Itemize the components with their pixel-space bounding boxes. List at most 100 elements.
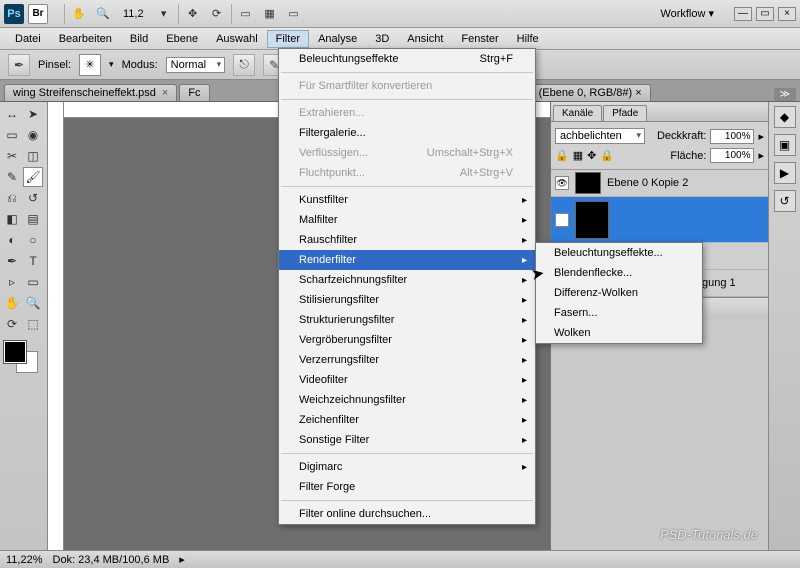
document-tab-1[interactable]: wing Streifenscheineffekt.psd×: [4, 84, 177, 101]
smi-blendenflecke[interactable]: Blendenflecke...: [536, 263, 702, 283]
rotate-icon[interactable]: ⟳: [209, 6, 225, 22]
workspace-switcher[interactable]: Workflow ▾: [650, 3, 724, 24]
visibility-icon[interactable]: 👁: [555, 176, 569, 190]
menu-bearbeiten[interactable]: Bearbeiten: [50, 30, 121, 48]
layer-thumb[interactable]: [575, 172, 601, 194]
smi-wolken[interactable]: Wolken: [536, 323, 702, 343]
mi-filtergalerie[interactable]: Filtergalerie...: [279, 123, 535, 143]
close-button[interactable]: ×: [778, 7, 796, 21]
tab-kanaele[interactable]: Kanäle: [553, 105, 602, 121]
chevron-down-icon[interactable]: ▾: [156, 6, 172, 22]
lock-pixels-icon[interactable]: ▦: [573, 149, 583, 162]
crop-tool-icon[interactable]: ✂: [2, 146, 22, 166]
menu-analyse[interactable]: Analyse: [309, 30, 366, 48]
eyedropper-tool-icon[interactable]: ✎: [2, 167, 22, 187]
mi-rauschfilter[interactable]: Rauschfilter: [279, 230, 535, 250]
mi-renderfilter[interactable]: Renderfilter: [279, 250, 535, 270]
menu-ebene[interactable]: Ebene: [157, 30, 207, 48]
stamp-tool-icon[interactable]: ⎌: [2, 188, 22, 208]
menu-ansicht[interactable]: Ansicht: [398, 30, 452, 48]
minimize-button[interactable]: —: [734, 7, 752, 21]
layer-row-selected[interactable]: 👁: [551, 197, 768, 243]
blend-mode-dropdown[interactable]: Normal: [166, 57, 225, 73]
fill-field[interactable]: 100%: [710, 148, 754, 163]
actions-panel-icon[interactable]: ▶: [774, 162, 796, 184]
chevron-icon[interactable]: ▸: [758, 130, 764, 143]
menu-hilfe[interactable]: Hilfe: [508, 30, 548, 48]
zoom-icon[interactable]: 🔍: [95, 6, 111, 22]
zoom-tool-icon[interactable]: 🔍: [23, 293, 43, 313]
smi-fasern[interactable]: Fasern...: [536, 303, 702, 323]
move-tool-icon[interactable]: ↔: [2, 104, 22, 124]
tab-scroll-button[interactable]: ≫: [774, 88, 796, 101]
mi-filterforge[interactable]: Filter Forge: [279, 477, 535, 497]
mi-online[interactable]: Filter online durchsuchen...: [279, 504, 535, 524]
mi-weichzeichnung[interactable]: Weichzeichnungsfilter: [279, 390, 535, 410]
chevron-down-icon[interactable]: ▾: [109, 59, 114, 70]
shape-tool-icon[interactable]: ▭: [23, 272, 43, 292]
chevron-icon[interactable]: ▸: [758, 149, 764, 162]
lasso-tool-icon[interactable]: ◉: [23, 125, 43, 145]
mi-stilisierung[interactable]: Stilisierungsfilter: [279, 290, 535, 310]
lock-position-icon[interactable]: ✥: [587, 149, 596, 162]
hand-tool-icon[interactable]: ✋: [2, 293, 22, 313]
fg-color-swatch[interactable]: [4, 341, 26, 363]
hand-tool-icon[interactable]: ✥: [185, 6, 201, 22]
lock-all-icon[interactable]: 🔒: [600, 149, 614, 162]
color-swatches[interactable]: [2, 341, 42, 375]
arrow-tool-icon[interactable]: ➤: [23, 104, 43, 124]
layer-thumb[interactable]: [575, 201, 609, 239]
bridge-icon[interactable]: Br: [28, 4, 48, 24]
document-tab-2[interactable]: Fc: [179, 84, 209, 101]
path-tool-icon[interactable]: ▹: [2, 272, 22, 292]
close-tab-icon[interactable]: ×: [162, 87, 168, 99]
menu-filter[interactable]: Filter: [267, 30, 309, 48]
blur-tool-icon[interactable]: ◐: [2, 230, 22, 250]
blend-mode-select[interactable]: achbelichten: [555, 128, 645, 144]
eraser-tool-icon[interactable]: ◧: [2, 209, 22, 229]
styles-panel-icon[interactable]: ▣: [774, 134, 796, 156]
screenmode2-icon[interactable]: ▭: [286, 6, 302, 22]
history-panel-icon[interactable]: ↺: [774, 190, 796, 212]
brush-tool-icon[interactable]: 🖌: [23, 167, 43, 187]
menu-3d[interactable]: 3D: [366, 30, 398, 48]
chevron-right-icon[interactable]: ▸: [179, 553, 185, 566]
status-zoom[interactable]: 11,22%: [6, 554, 43, 566]
menu-bild[interactable]: Bild: [121, 30, 157, 48]
maximize-button[interactable]: ▭: [756, 7, 774, 21]
swatches-panel-icon[interactable]: ◆: [774, 106, 796, 128]
pen-tool-icon[interactable]: ✒: [2, 251, 22, 271]
smi-beleuchtung[interactable]: Beleuchtungseffekte...: [536, 243, 702, 263]
mi-kunstfilter[interactable]: Kunstfilter: [279, 190, 535, 210]
photoshop-icon[interactable]: Ps: [4, 4, 24, 24]
mi-strukturierung[interactable]: Strukturierungsfilter: [279, 310, 535, 330]
history-brush-icon[interactable]: ↺: [23, 188, 43, 208]
marquee-tool-icon[interactable]: ▭: [2, 125, 22, 145]
grid-icon[interactable]: ▦: [262, 6, 278, 22]
layer-row[interactable]: 👁 Ebene 0 Kopie 2: [551, 170, 768, 197]
mi-video[interactable]: Videofilter: [279, 370, 535, 390]
slice-tool-icon[interactable]: ◫: [23, 146, 43, 166]
screenmode-icon[interactable]: ▭: [238, 6, 254, 22]
status-doc-size[interactable]: Dok: 23,4 MB/100,6 MB: [53, 554, 170, 566]
tab-pfade[interactable]: Pfade: [603, 105, 647, 121]
menu-auswahl[interactable]: Auswahl: [207, 30, 267, 48]
layer-name[interactable]: Ebene 0 Kopie 2: [607, 177, 688, 189]
mi-malfilter[interactable]: Malfilter: [279, 210, 535, 230]
mi-vergroeberung[interactable]: Vergröberungsfilter: [279, 330, 535, 350]
hand-icon[interactable]: ✋: [71, 6, 87, 22]
rotate-tool-icon[interactable]: ⟳: [2, 314, 22, 334]
opacity-field[interactable]: 100%: [710, 129, 754, 144]
type-tool-icon[interactable]: T: [23, 251, 43, 271]
mi-last-filter[interactable]: BeleuchtungseffekteStrg+F: [279, 49, 535, 69]
mi-scharfzeichnung[interactable]: Scharfzeichnungsfilter: [279, 270, 535, 290]
menu-fenster[interactable]: Fenster: [452, 30, 507, 48]
mi-digimarc[interactable]: Digimarc: [279, 457, 535, 477]
zoom-value[interactable]: 11,2: [123, 8, 144, 20]
lock-icon[interactable]: 🔒: [555, 149, 569, 162]
mi-zeichenfilter[interactable]: Zeichenfilter: [279, 410, 535, 430]
brush-preview[interactable]: ✳: [79, 54, 101, 76]
airbrush-icon[interactable]: ⎋: [233, 54, 255, 76]
brush-tool-icon[interactable]: ✒: [8, 54, 30, 76]
3d-tool-icon[interactable]: ⬚: [23, 314, 43, 334]
